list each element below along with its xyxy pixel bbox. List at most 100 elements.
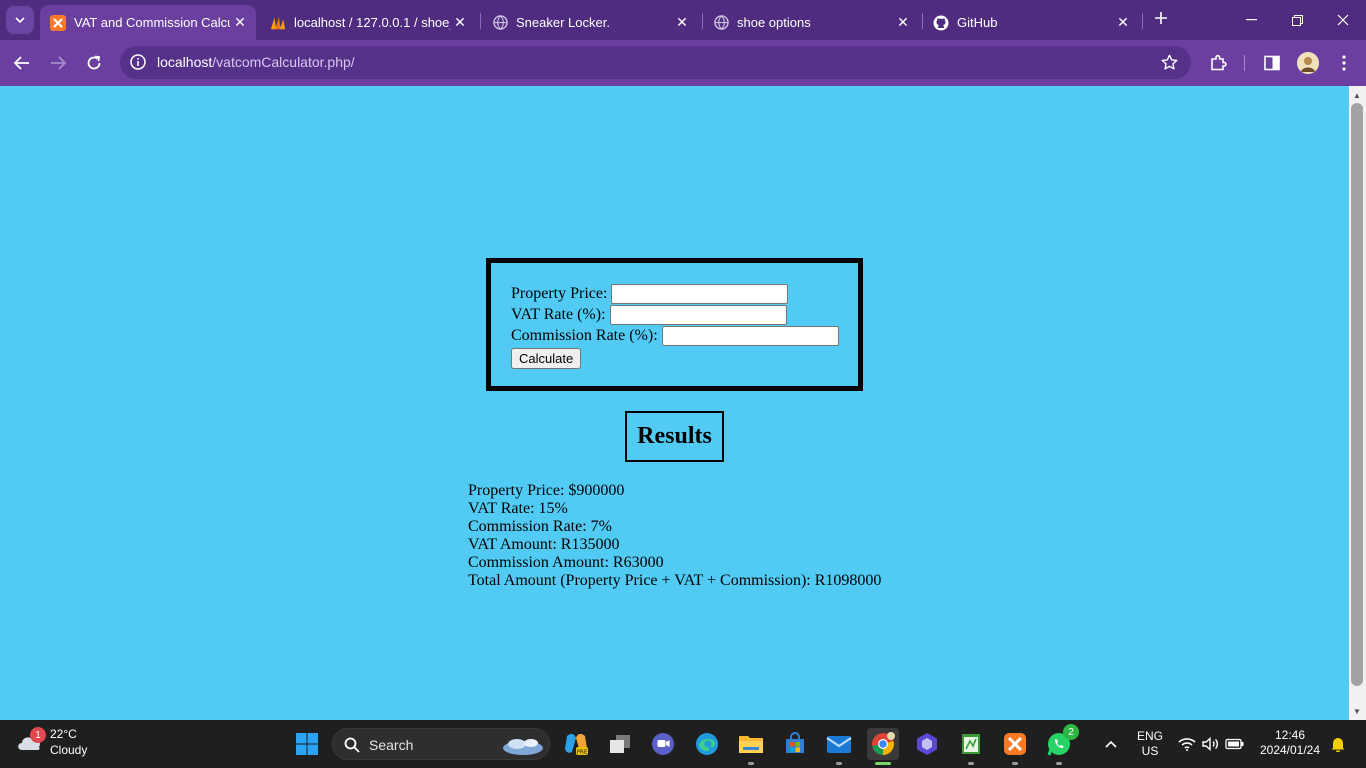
tab-strip: VAT and Commission Calcula ✕ localhost /…: [0, 0, 1366, 40]
vat-rate-input[interactable]: [609, 304, 787, 325]
tab-title: localhost / 127.0.0.1 / shoe_c: [294, 15, 450, 30]
url-text: localhost/vatcomCalculator.php/: [157, 54, 355, 70]
forward-button[interactable]: [44, 49, 72, 77]
close-icon[interactable]: ✕: [450, 13, 470, 33]
reload-button[interactable]: [80, 49, 108, 77]
start-button[interactable]: [291, 728, 323, 760]
wifi-icon[interactable]: [1177, 734, 1197, 754]
close-icon[interactable]: ✕: [230, 13, 250, 33]
result-commission-rate: Commission Rate: 7%: [468, 518, 612, 535]
address-bar[interactable]: localhost/vatcomCalculator.php/: [120, 46, 1191, 79]
result-total-amount: Total Amount (Property Price + VAT + Com…: [468, 572, 882, 589]
file-explorer-app[interactable]: [735, 728, 767, 765]
input-language[interactable]: ENG US: [1134, 729, 1166, 759]
side-panel-button[interactable]: [1258, 49, 1286, 77]
xampp-app[interactable]: [999, 728, 1031, 765]
tab-shoe-options[interactable]: shoe options ✕: [703, 5, 919, 40]
task-view-app[interactable]: [604, 728, 636, 760]
copilot-icon: PRE: [565, 733, 588, 756]
property-price-row: Property Price:: [511, 283, 858, 304]
chevron-down-icon: [15, 17, 25, 23]
close-icon[interactable]: ✕: [672, 13, 692, 33]
toolbar-divider: [1244, 55, 1245, 71]
restore-icon: [1291, 14, 1303, 26]
minimize-button[interactable]: [1228, 0, 1274, 40]
close-icon[interactable]: ✕: [893, 13, 913, 33]
search-highlight-icon: [499, 733, 545, 757]
cloud-icon: 1: [16, 727, 46, 753]
commission-rate-input[interactable]: [661, 325, 839, 346]
folder-icon: [739, 736, 763, 753]
calculator-form: Property Price: VAT Rate (%): Commission…: [486, 258, 863, 391]
property-price-label: Property Price:: [511, 284, 608, 302]
globe-icon: [492, 15, 508, 31]
page-scrollbar[interactable]: ▲ ▼: [1349, 86, 1366, 720]
menu-button[interactable]: [1330, 49, 1358, 77]
copilot-app[interactable]: PRE: [560, 728, 592, 760]
new-tab-button[interactable]: [1150, 9, 1172, 31]
task-view-icon: [610, 735, 630, 753]
clock-date: 2024/01/24: [1259, 743, 1321, 757]
mail-app[interactable]: [823, 728, 855, 765]
tab-title: VAT and Commission Calcula: [74, 15, 230, 30]
plus-icon: [1155, 12, 1167, 24]
weather-temp: 22°C: [50, 727, 77, 741]
windows-taskbar: 1 22°C Cloudy Search PRE 2 ENG US 12:46 …: [0, 720, 1366, 768]
taskbar-search[interactable]: Search: [332, 728, 550, 760]
property-price-input[interactable]: [611, 283, 789, 304]
scroll-up-arrow-icon[interactable]: ▲: [1352, 90, 1362, 100]
result-vat-rate: VAT Rate: 15%: [468, 500, 568, 517]
site-info-icon[interactable]: [128, 52, 148, 72]
running-indicator: [748, 762, 754, 765]
windows-logo-icon: [296, 733, 318, 755]
commission-rate-label: Commission Rate (%):: [511, 326, 658, 344]
close-window-button[interactable]: [1320, 0, 1366, 40]
results-list: Property Price: $900000 VAT Rate: 15% Co…: [468, 482, 881, 590]
tab-separator: [1142, 13, 1143, 29]
tab-sneaker-locker[interactable]: Sneaker Locker. ✕: [482, 5, 698, 40]
search-icon: [343, 736, 361, 754]
mail-icon: [826, 736, 852, 753]
bookmark-star-icon[interactable]: [1159, 52, 1179, 72]
notepad-icon: [962, 734, 980, 754]
notification-bell-icon[interactable]: [1328, 734, 1348, 754]
whatsapp-app[interactable]: 2: [1043, 724, 1079, 765]
arrow-right-icon: [51, 56, 66, 70]
active-indicator: [875, 762, 891, 765]
scroll-thumb[interactable]: [1351, 103, 1363, 686]
tab-github[interactable]: GitHub ✕: [923, 5, 1139, 40]
github-icon: [933, 15, 949, 31]
chrome-app[interactable]: [867, 728, 899, 765]
weather-widget[interactable]: 1 22°C Cloudy: [16, 726, 87, 758]
profile-avatar[interactable]: [1297, 52, 1319, 74]
vat-rate-label: VAT Rate (%):: [511, 305, 606, 323]
microsoft-store-app[interactable]: [779, 728, 811, 760]
weather-badge: 1: [30, 727, 46, 743]
tab-vat-calculator[interactable]: VAT and Commission Calcula ✕: [40, 5, 256, 40]
scroll-down-arrow-icon[interactable]: ▼: [1352, 706, 1362, 716]
volume-icon[interactable]: [1201, 734, 1221, 754]
notepad-app[interactable]: [955, 728, 987, 765]
battery-icon[interactable]: [1225, 734, 1245, 754]
side-panel-icon: [1264, 55, 1280, 71]
tab-search-button[interactable]: [6, 6, 34, 34]
svg-text:PRE: PRE: [577, 750, 588, 756]
restore-button[interactable]: [1274, 0, 1320, 40]
show-hidden-icons-button[interactable]: [1101, 734, 1121, 754]
close-icon: [1337, 14, 1349, 26]
tab-phpmyadmin[interactable]: localhost / 127.0.0.1 / shoe_c ✕: [260, 5, 476, 40]
back-button[interactable]: [8, 49, 36, 77]
clock[interactable]: 12:46 2024/01/24: [1256, 728, 1324, 758]
clock-time: 12:46: [1274, 728, 1306, 742]
puzzle-icon: [1211, 54, 1227, 71]
running-indicator: [1056, 762, 1062, 765]
close-icon[interactable]: ✕: [1113, 13, 1133, 33]
chevron-up-icon: [1105, 740, 1117, 748]
calculate-button[interactable]: Calculate: [511, 348, 582, 369]
edge-app[interactable]: [691, 728, 723, 760]
results-heading: Results: [625, 411, 724, 462]
app-3d-viewer[interactable]: [911, 728, 943, 760]
extensions-button[interactable]: [1204, 49, 1232, 77]
teams-chat-app[interactable]: [647, 728, 679, 760]
store-icon: [786, 732, 804, 753]
